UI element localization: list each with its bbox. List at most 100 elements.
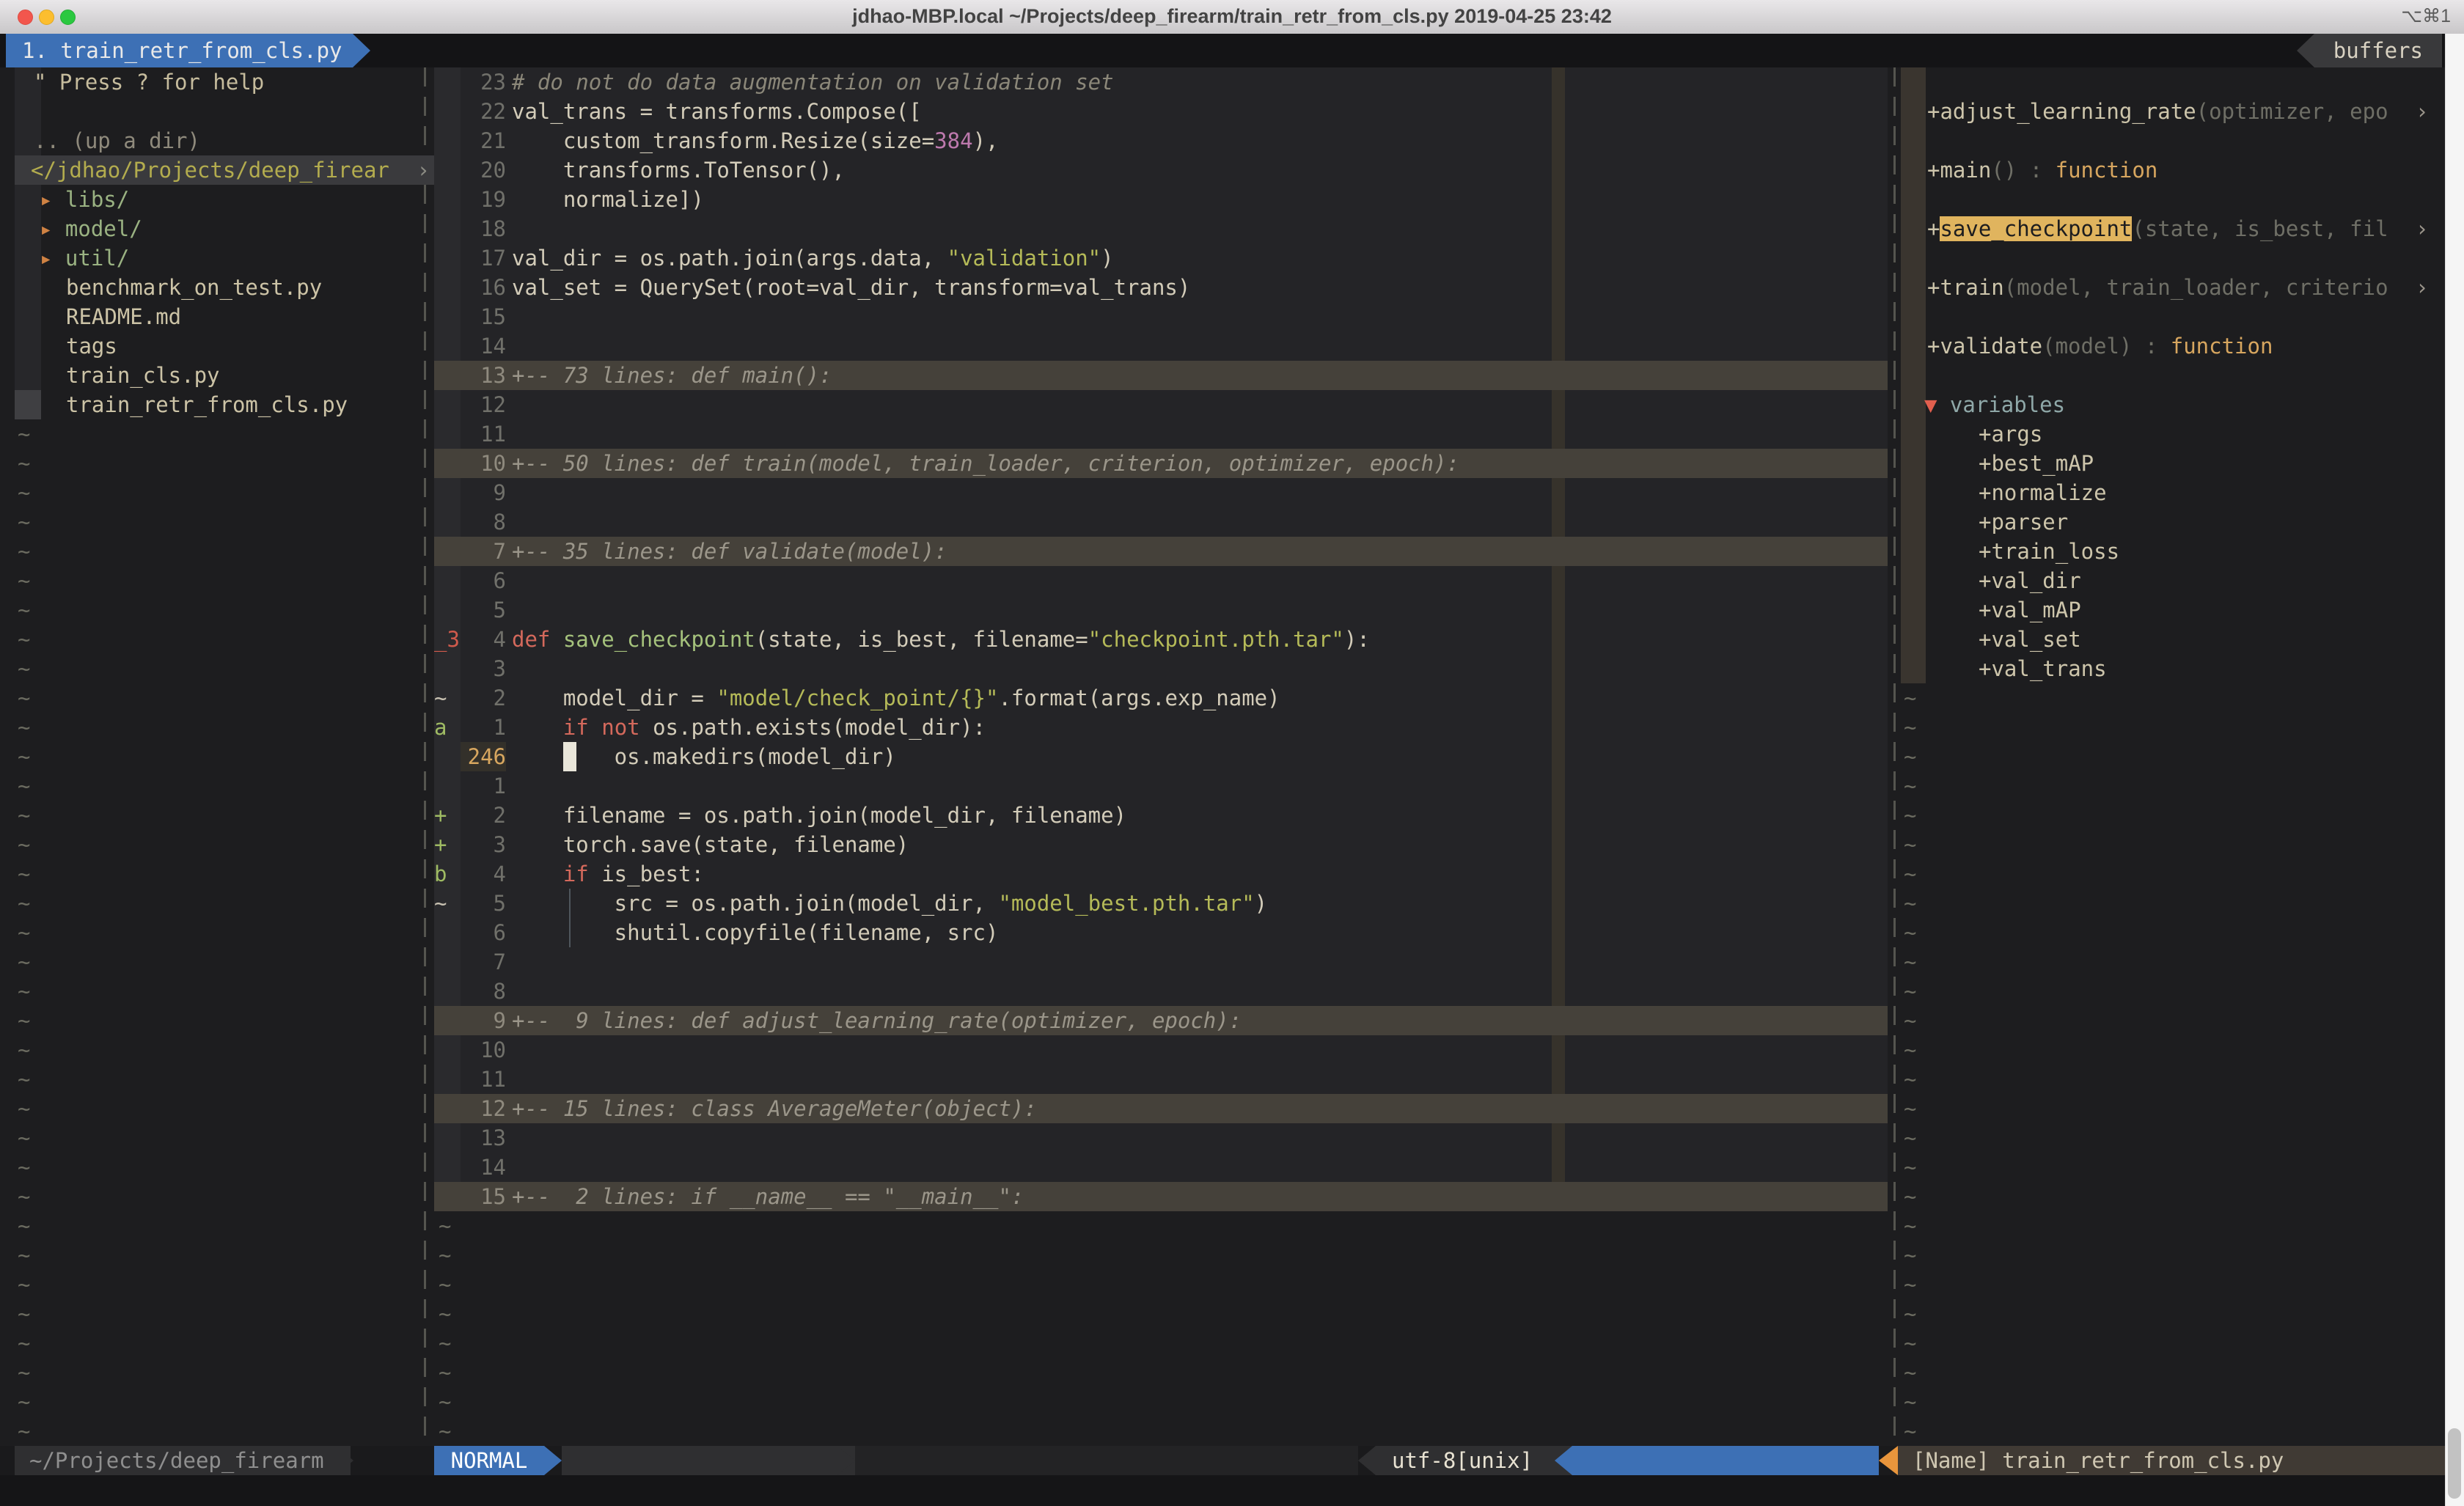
color-column bbox=[1552, 1035, 1565, 1065]
tilde: ~ bbox=[18, 1213, 30, 1238]
buffers-label[interactable]: buffers bbox=[2314, 34, 2442, 67]
code-line[interactable]: 21 custom_transform.Resize(size=384), bbox=[434, 126, 1888, 155]
code-line[interactable]: 17val_dir = os.path.join(args.data, "val… bbox=[434, 243, 1888, 273]
code-line[interactable]: _34def save_checkpoint(state, is_best, f… bbox=[434, 625, 1888, 654]
vim-command-line bbox=[0, 1475, 2464, 1506]
tree-item-util[interactable]: ▸ util/ bbox=[15, 243, 446, 273]
tilde: ~ bbox=[439, 1213, 451, 1238]
tag-segment: +best_mAP bbox=[1979, 451, 2094, 476]
tilde: ~ bbox=[1904, 715, 1916, 740]
tagbar-item[interactable]: +validate(model) : function bbox=[1927, 331, 2442, 361]
window-separator-tagbar[interactable] bbox=[1893, 67, 1896, 1446]
gutter-sign bbox=[434, 390, 461, 419]
tag-segment: + bbox=[1927, 216, 1940, 241]
code-line[interactable]: 16val_set = QuerySet(root=val_dir, trans… bbox=[434, 273, 1888, 302]
scrollbar-track[interactable] bbox=[2445, 34, 2464, 1506]
tree-root[interactable]: </jdhao/Projects/deep_firear› bbox=[15, 155, 437, 185]
code-line[interactable]: ~5 src = os.path.join(model_dir, "model_… bbox=[434, 889, 1888, 918]
tree-file-label: README.md bbox=[66, 304, 181, 329]
gutter-sign bbox=[434, 214, 461, 243]
tagbar-statusline-arrow bbox=[1879, 1446, 1898, 1475]
tilde: ~ bbox=[18, 568, 30, 593]
line-number: 14 bbox=[461, 1153, 506, 1182]
color-column bbox=[1552, 801, 1565, 830]
code-line[interactable]: 14 bbox=[434, 331, 1888, 361]
code-line[interactable]: 12 bbox=[434, 390, 1888, 419]
code-line[interactable]: 1 bbox=[434, 771, 1888, 801]
code-line[interactable]: 6 shutil.copyfile(filename, src) bbox=[434, 918, 1888, 947]
tagbar-item[interactable]: +val_trans bbox=[1979, 654, 2442, 683]
code-line[interactable]: 5 bbox=[434, 595, 1888, 625]
tagbar-item[interactable]: +normalize bbox=[1979, 478, 2442, 507]
powerline-arrow bbox=[837, 1446, 855, 1475]
tree-item-tags[interactable]: tags bbox=[15, 331, 472, 361]
fold-line[interactable]: 9+-- 9 lines: def adjust_learning_rate(o… bbox=[434, 1006, 1888, 1035]
tree-item-up-dir[interactable]: .. (up a dir) bbox=[15, 126, 440, 155]
tilde-marker: ~ bbox=[15, 742, 424, 771]
code-line[interactable]: +3 torch.save(state, filename) bbox=[434, 830, 1888, 859]
tagbar-item[interactable]: +train_loss bbox=[1979, 537, 2442, 566]
fold-line[interactable]: 13+-- 73 lines: def main(): bbox=[434, 361, 1888, 390]
tree-item-model[interactable]: ▸ model/ bbox=[15, 214, 446, 243]
tagbar-kind-variables[interactable]: ▼ variables bbox=[1924, 390, 2442, 419]
tag-segment: +train bbox=[1927, 275, 2004, 300]
code-line[interactable]: 22val_trans = transforms.Compose([ bbox=[434, 97, 1888, 126]
code-line[interactable]: 14 bbox=[434, 1153, 1888, 1182]
tagbar-item[interactable]: +save_checkpoint(state, is_best, fil bbox=[1927, 214, 2442, 243]
code-line[interactable]: 18 bbox=[434, 214, 1888, 243]
code-line[interactable]: 23# do not do data augmentation on valid… bbox=[434, 67, 1888, 97]
tagbar-item[interactable]: +args bbox=[1979, 419, 2442, 449]
tree-item-benchmark_on_test-py[interactable]: benchmark_on_test.py bbox=[15, 273, 472, 302]
tagbar-item[interactable]: +train(model, train_loader, criterio bbox=[1927, 273, 2442, 302]
code-line[interactable]: 6 bbox=[434, 566, 1888, 595]
cursor-block bbox=[563, 742, 576, 771]
tab-train-retr-from-cls[interactable]: 1. train_retr_from_cls.py bbox=[6, 34, 353, 67]
tagbar-item[interactable]: +val_dir bbox=[1979, 566, 2442, 595]
fold-line[interactable]: 10+-- 50 lines: def train(model, train_l… bbox=[434, 449, 1888, 478]
code-line[interactable]: 3 bbox=[434, 654, 1888, 683]
tilde: ~ bbox=[18, 949, 30, 974]
tilde-marker: ~ bbox=[1904, 859, 1962, 889]
code-line[interactable]: a1 if not os.path.exists(model_dir): bbox=[434, 713, 1888, 742]
code-line[interactable]: b4 if is_best: bbox=[434, 859, 1888, 889]
tagbar-item[interactable]: +val_set bbox=[1979, 625, 2442, 654]
code-line[interactable]: 19 normalize]) bbox=[434, 185, 1888, 214]
tagbar-item[interactable]: +parser bbox=[1979, 507, 2442, 537]
tree-dir-label: model/ bbox=[65, 216, 142, 241]
code-line[interactable]: 8 bbox=[434, 977, 1888, 1006]
code-line[interactable]: 11 bbox=[434, 419, 1888, 449]
tilde-marker: ~ bbox=[15, 859, 424, 889]
code-line[interactable]: 246 os.makedirs(model_dir) bbox=[434, 742, 1888, 771]
tilde: ~ bbox=[1904, 1184, 1916, 1209]
fold-line[interactable]: 7+-- 35 lines: def validate(model): bbox=[434, 537, 1888, 566]
tilde-marker: ~ bbox=[15, 947, 424, 977]
syntax-segment: if bbox=[563, 715, 589, 740]
tagbar-item[interactable]: +main() : function bbox=[1927, 155, 2442, 185]
tree-item-README-md[interactable]: README.md bbox=[15, 302, 472, 331]
code-line[interactable]: 15 bbox=[434, 302, 1888, 331]
tree-item-train_retr_from_cls-py[interactable]: train_retr_from_cls.py bbox=[15, 390, 472, 419]
fold-line[interactable]: 12+-- 15 lines: class AverageMeter(objec… bbox=[434, 1094, 1888, 1123]
scrollbar-thumb[interactable] bbox=[2448, 1428, 2461, 1499]
tree-item-libs[interactable]: ▸ libs/ bbox=[15, 185, 446, 214]
code-line[interactable]: 8 bbox=[434, 507, 1888, 537]
code-line[interactable]: ~2 model_dir = "model/check_point/{}".fo… bbox=[434, 683, 1888, 713]
code-line[interactable]: 11 bbox=[434, 1065, 1888, 1094]
code-line[interactable]: 13 bbox=[434, 1123, 1888, 1153]
tagbar-item[interactable]: +adjust_learning_rate(optimizer, epo bbox=[1927, 97, 2442, 126]
code-line[interactable]: +2 filename = os.path.join(model_dir, fi… bbox=[434, 801, 1888, 830]
tilde: ~ bbox=[1904, 1067, 1916, 1092]
code-line[interactable]: 7 bbox=[434, 947, 1888, 977]
code-line[interactable]: 20 transforms.ToTensor(), bbox=[434, 155, 1888, 185]
code-text: custom_transform.Resize(size=384), bbox=[512, 126, 998, 155]
tagbar-item[interactable]: +best_mAP bbox=[1979, 449, 2442, 478]
gutter-sign: ~ bbox=[434, 683, 461, 713]
tilde-marker: ~ bbox=[15, 1329, 424, 1358]
fold-line[interactable]: 15+-- 2 lines: if __name__ == "__main__"… bbox=[434, 1182, 1888, 1211]
tilde-marker: ~ bbox=[15, 625, 424, 654]
code-line[interactable]: 10 bbox=[434, 1035, 1888, 1065]
tilde: ~ bbox=[1904, 686, 1916, 710]
tagbar-item[interactable]: +val_mAP bbox=[1979, 595, 2442, 625]
tree-item-train_cls-py[interactable]: train_cls.py bbox=[15, 361, 472, 390]
code-line[interactable]: 9 bbox=[434, 478, 1888, 507]
